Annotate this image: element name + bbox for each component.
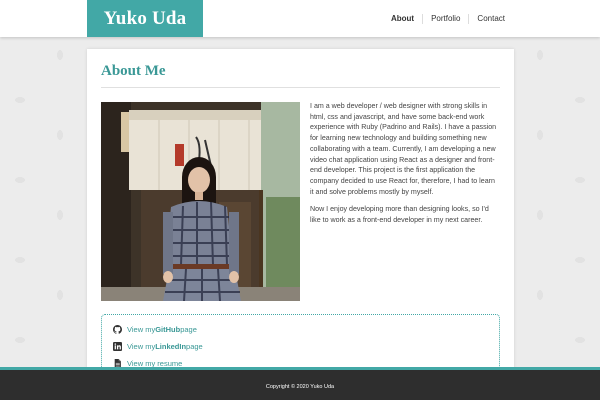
github-icon (113, 324, 122, 334)
bio-paragraph: I am a web developer / web designer with… (310, 102, 497, 196)
profile-photo (101, 102, 300, 301)
main-nav: About Portfolio Contact (383, 0, 513, 37)
link-suffix: page (186, 341, 203, 351)
copyright-text: Copyright © 2020 Yuko Uda (265, 384, 335, 390)
site-footer: Copyright © 2020 Yuko Uda (0, 367, 600, 400)
title-divider (101, 87, 500, 88)
about-card: About Me I am a web developer / web desi… (87, 49, 514, 394)
bio-paragraph: Now I enjoy developing more than designi… (310, 205, 489, 225)
github-link[interactable]: View my GitHub page (113, 323, 197, 335)
site-header: Yuko Uda About Portfolio Contact (0, 0, 600, 37)
nav-portfolio-link[interactable]: Portfolio (422, 13, 468, 24)
nav-contact-link[interactable]: Contact (468, 13, 513, 24)
link-bold: GitHub (155, 324, 181, 334)
link-bold: LinkedIn (155, 341, 187, 351)
site-logo[interactable]: Yuko Uda (87, 0, 203, 37)
linkedin-icon (113, 341, 122, 351)
linkedin-link[interactable]: View my LinkedIn page (113, 340, 203, 352)
page-title: About Me (101, 63, 166, 79)
nav-about-link[interactable]: About (383, 14, 422, 24)
link-suffix: page (180, 324, 197, 334)
link-prefix: View my (127, 324, 156, 334)
bio-text: I am a web developer / web designer with… (310, 101, 500, 233)
link-prefix: View my (127, 341, 156, 351)
